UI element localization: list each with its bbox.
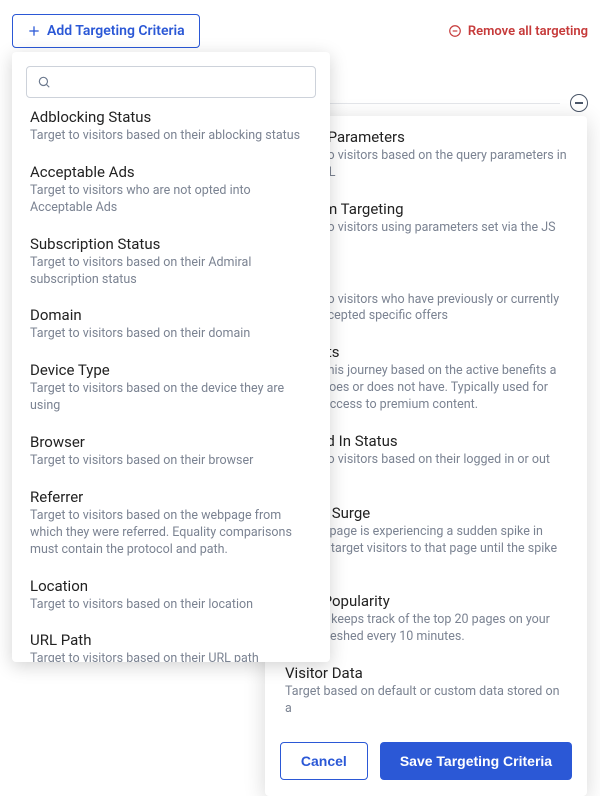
criteria-desc: Target to visitors who are not opted int… xyxy=(30,183,312,217)
plus-icon xyxy=(27,24,41,38)
criteria-item[interactable]: Domain Target to visitors based on their … xyxy=(30,306,312,343)
criteria-item[interactable]: Visitor Data Target based on default or c… xyxy=(285,664,567,718)
criteria-title: Subscription Status xyxy=(30,235,312,253)
criteria-desc: Target to visitors based on their Admira… xyxy=(30,255,312,289)
criteria-desc: Target to visitors based on their ablock… xyxy=(30,128,312,145)
criteria-item[interactable]: Subscription Status Target to visitors ba… xyxy=(30,235,312,289)
criteria-item[interactable]: Acceptable Ads Target to visitors who are… xyxy=(30,163,312,217)
search-input[interactable] xyxy=(59,73,305,91)
save-targeting-button[interactable]: Save Targeting Criteria xyxy=(380,742,572,780)
criteria-title: Referrer xyxy=(30,488,312,506)
add-targeting-label: Add Targeting Criteria xyxy=(47,23,185,39)
criteria-desc: Target to visitors based on their domain xyxy=(30,326,312,343)
criteria-item[interactable]: Location Target to visitors based on thei… xyxy=(30,577,312,614)
criteria-title: Location xyxy=(30,577,312,595)
collapse-toggle[interactable] xyxy=(570,94,588,112)
criteria-title: Visitor Data xyxy=(285,664,567,682)
criteria-desc: Target based on default or custom data s… xyxy=(285,684,567,718)
criteria-title: Domain xyxy=(30,306,312,324)
criteria-title: Browser xyxy=(30,433,312,451)
criteria-title: Device Type xyxy=(30,361,312,379)
criteria-desc: Target to visitors based on their browse… xyxy=(30,453,312,470)
cancel-button[interactable]: Cancel xyxy=(280,742,368,780)
search-icon xyxy=(37,75,51,89)
criteria-title: URL Path xyxy=(30,631,312,649)
criteria-item[interactable]: Adblocking Status Target to visitors base… xyxy=(30,108,312,145)
criteria-dropdown: Adblocking Status Target to visitors base… xyxy=(12,52,330,662)
criteria-item[interactable]: Referrer Target to visitors based on the … xyxy=(30,488,312,559)
criteria-desc: Target to visitors based on their URL pa… xyxy=(30,651,312,662)
minus-circle-icon xyxy=(448,24,462,38)
remove-all-targeting[interactable]: Remove all targeting xyxy=(448,24,588,39)
criteria-desc: Target to visitors based on the webpage … xyxy=(30,508,312,559)
search-box[interactable] xyxy=(26,66,316,98)
criteria-item[interactable]: Browser Target to visitors based on their… xyxy=(30,433,312,470)
criteria-desc: Target to visitors based on the device t… xyxy=(30,381,312,415)
criteria-item[interactable]: URL Path Target to visitors based on thei… xyxy=(30,631,312,662)
criteria-title: Acceptable Ads xyxy=(30,163,312,181)
add-targeting-button[interactable]: Add Targeting Criteria xyxy=(12,14,200,48)
criteria-desc: Target to visitors based on their locati… xyxy=(30,597,312,614)
criteria-title: Adblocking Status xyxy=(30,108,312,126)
remove-all-label: Remove all targeting xyxy=(468,24,588,39)
criteria-item[interactable]: Device Type Target to visitors based on t… xyxy=(30,361,312,415)
